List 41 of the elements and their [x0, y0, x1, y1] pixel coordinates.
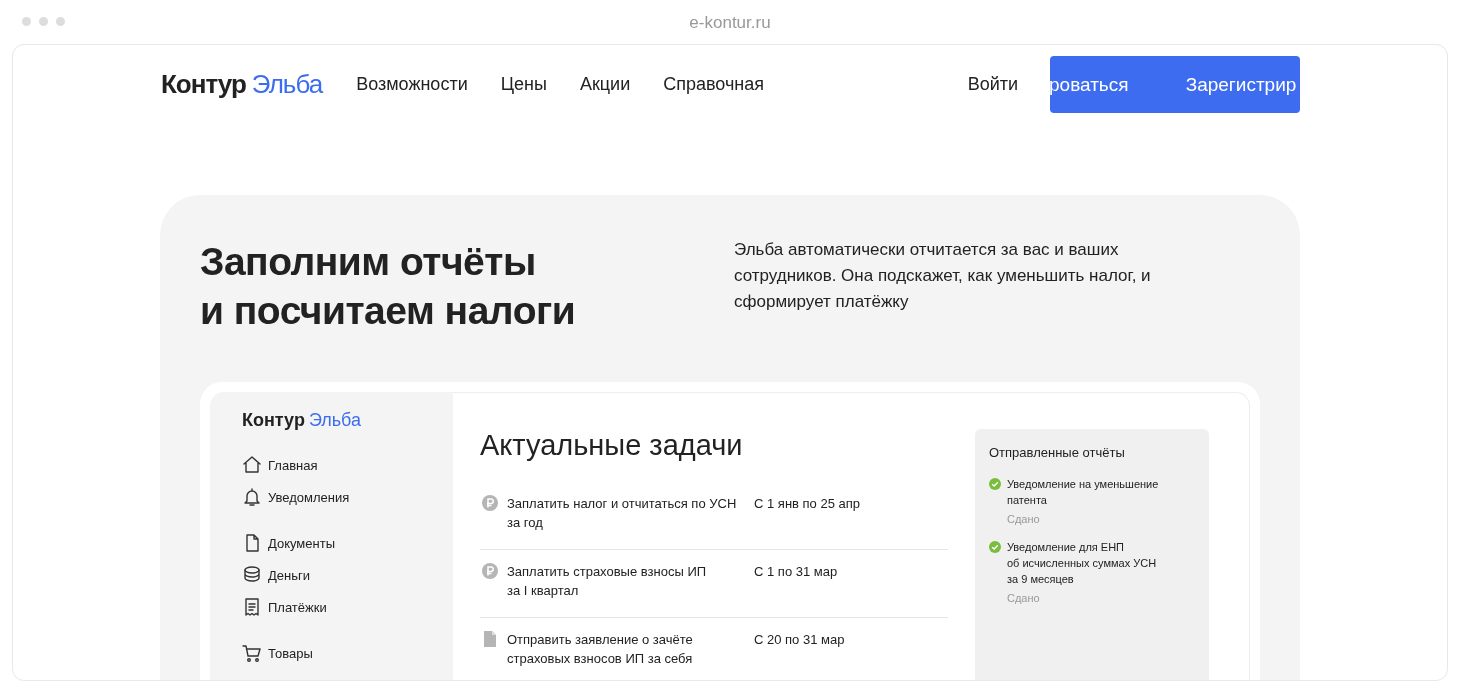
address-text: e-kontur.ru [689, 12, 771, 33]
ruble-coin-icon [482, 563, 498, 579]
task-period: С 20 по 31 мар [754, 631, 845, 649]
nav-link[interactable]: Справочная [663, 74, 765, 95]
report-status: Сдано [1007, 513, 1041, 525]
sidebar-item[interactable]: Главная [242, 449, 453, 481]
task-row[interactable]: Заплатить страховые взносы ИП за I квартал С 1 по 31 мар [480, 550, 948, 618]
cart-icon [242, 643, 262, 663]
report-title: Уведомление для ЕНП об исчисленных суммах УСН за 9 месяцев [1007, 540, 1157, 587]
document-icon [482, 631, 498, 647]
report-title: Уведомление на уменьшение патента [1007, 477, 1159, 508]
sidebar-item[interactable]: Уведомления [242, 481, 453, 513]
task-title: Заплатить страховые взносы ИП за I квартал [507, 563, 708, 600]
task-row[interactable]: Отправить заявление о зачёте страховых взносов ИП за себя С 20 по 31 мар [480, 618, 948, 680]
login-link[interactable]: Войти [967, 74, 1018, 95]
nav-link[interactable]: Акции [579, 74, 631, 95]
report-status: Сдано [1007, 592, 1041, 604]
ruble-coin-icon [482, 495, 498, 511]
task-period: С 1 янв по 25 апр [754, 495, 861, 513]
task-title: Заплатить налог и отчитаться по УСН за год [507, 495, 738, 532]
hero-description: Эльба автоматически отчитается за вас и ваших сотрудников. Она подскажет, как уменьшить налог, и сформирует платёжку [734, 239, 1152, 313]
reports-heading: Отправленные отчёты [989, 445, 1126, 460]
nav-link[interactable]: Возможности [356, 74, 468, 95]
sidebar-item[interactable]: Документы [242, 527, 453, 559]
task-title: Отправить заявление о зачёте страховых взносов ИП за себя [507, 631, 694, 668]
sidebar-item[interactable]: Товары [242, 637, 453, 669]
coins-icon [242, 565, 262, 585]
tasks-heading: Актуальные задачи [480, 429, 744, 462]
home-icon [242, 455, 262, 475]
app-logo: Контур Эльба [242, 410, 363, 431]
nav-link[interactable]: Цены [500, 74, 547, 95]
window-controls-icon[interactable] [22, 17, 65, 26]
register-button[interactable]: роваться Зарегистрир [1050, 56, 1300, 113]
task-period: С 1 по 31 мар [754, 563, 838, 581]
logo[interactable]: Контур Эльба [161, 69, 323, 100]
sidebar-item[interactable]: Платёжки [242, 591, 453, 623]
receipt-icon [242, 597, 262, 617]
sidebar-item[interactable]: Деньги [242, 559, 453, 591]
hero-title: Заполним отчёты и посчитаем налоги [200, 239, 576, 334]
task-row[interactable]: Заплатить налог и отчитаться по УСН за год С 1 янв по 25 апр [480, 482, 948, 550]
bell-icon [242, 487, 262, 507]
